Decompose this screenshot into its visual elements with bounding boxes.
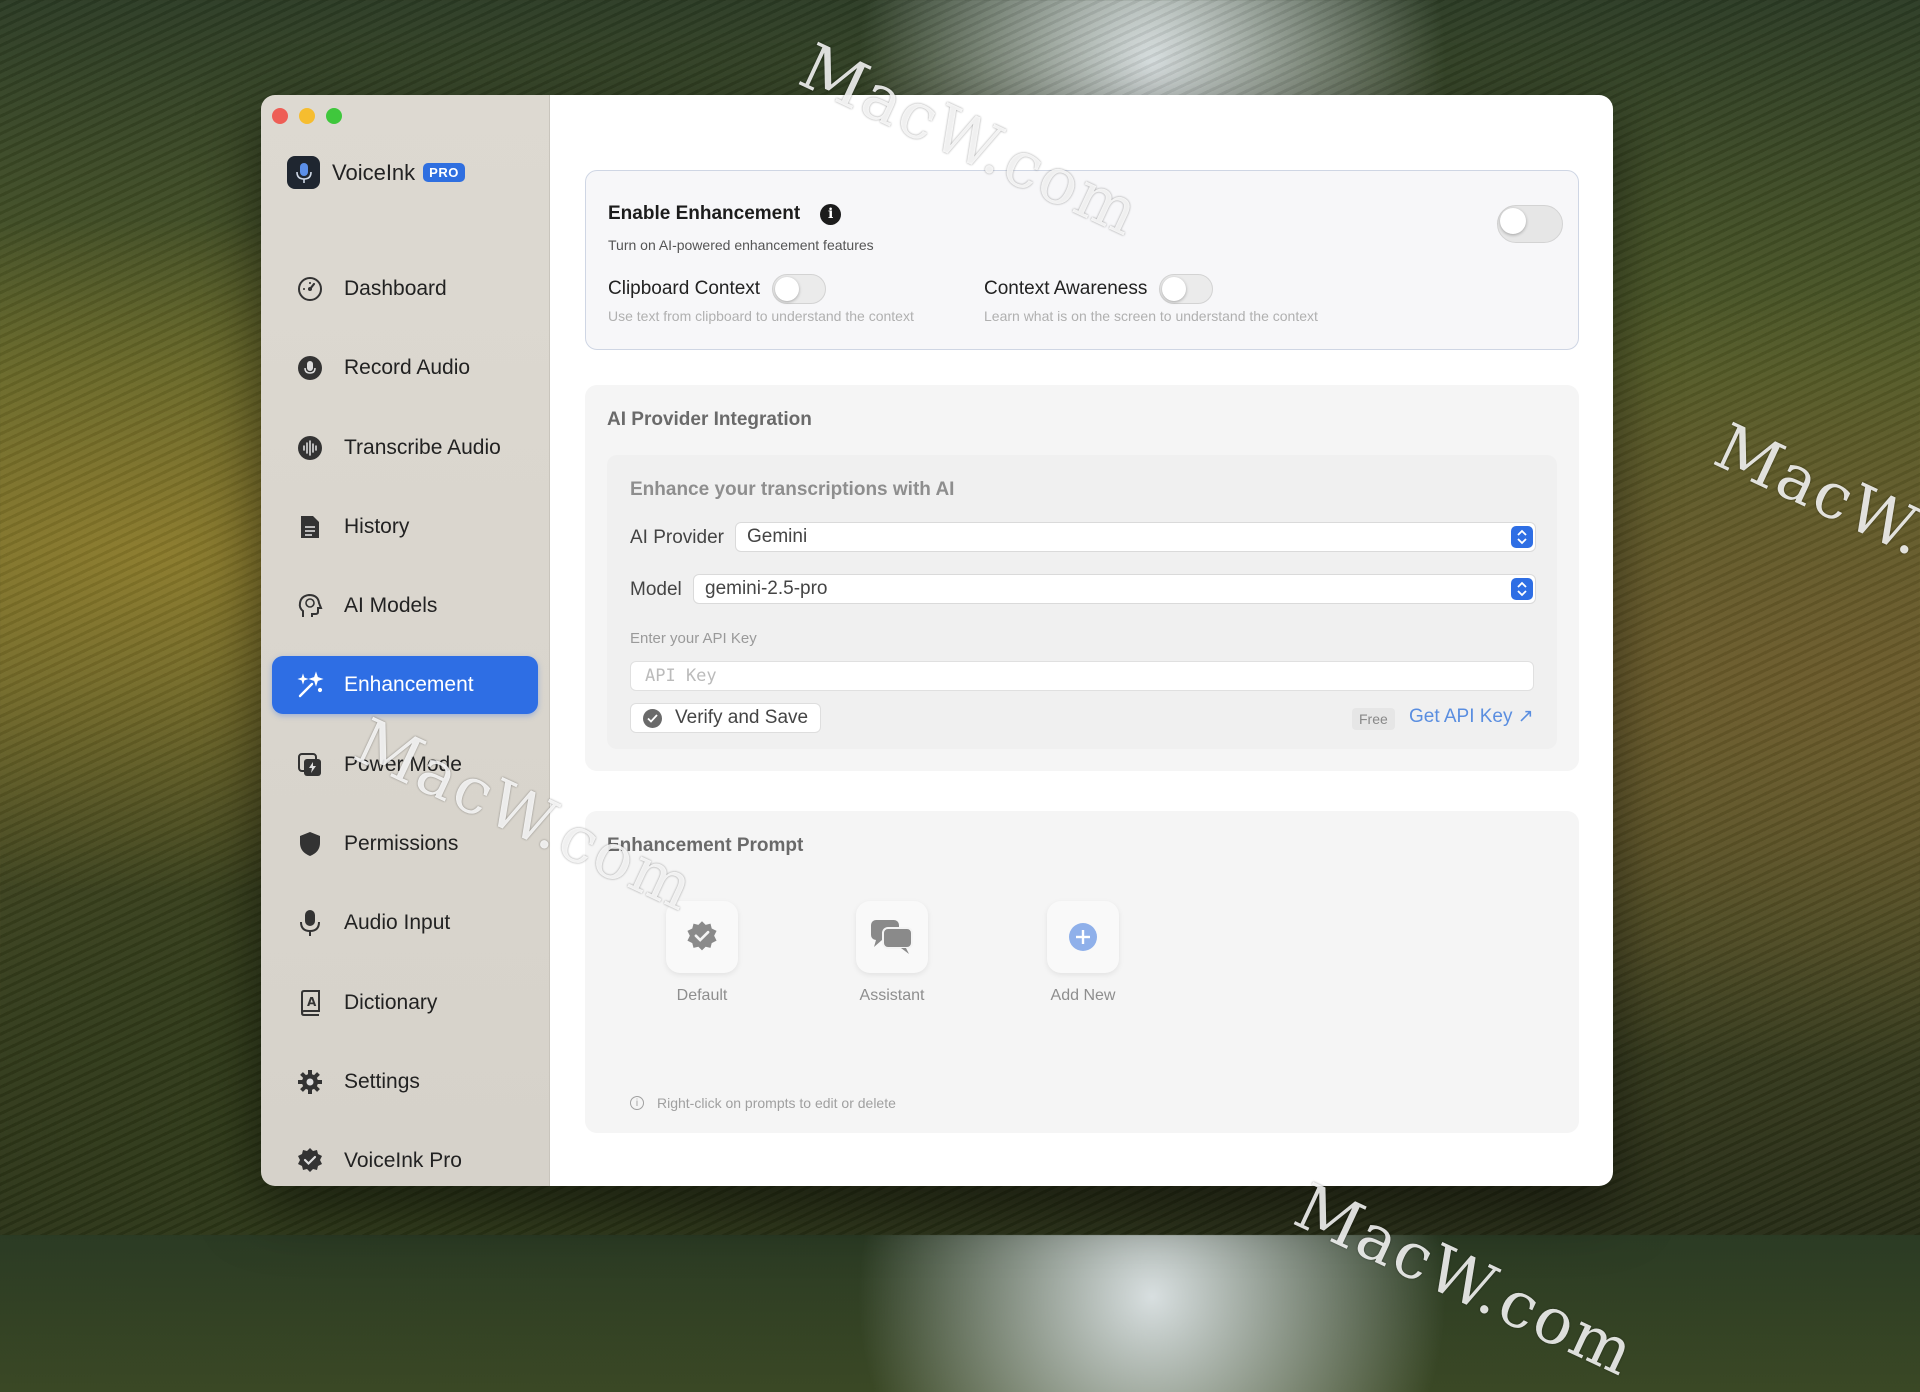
ai-provider-value: Gemini <box>747 526 808 547</box>
ai-provider-section-title: AI Provider Integration <box>607 409 812 430</box>
sidebar-item-label: Enhancement <box>344 673 474 697</box>
sidebar-item-label: Dictionary <box>344 990 438 1014</box>
enhancement-title-row: Enable Enhancement i <box>608 203 842 225</box>
waveform-icon <box>296 434 324 462</box>
brain-head-icon <box>296 592 324 620</box>
sidebar-item-transcribe-audio[interactable]: Transcribe Audio <box>272 419 538 477</box>
get-api-key-link[interactable]: Get API Key ↗ <box>1409 705 1534 728</box>
enhancement-prompt-card: Enhancement Prompt Default Assistant Add… <box>585 811 1579 1133</box>
window-controls <box>272 108 342 124</box>
zoom-window-button[interactable] <box>326 108 342 124</box>
dictionary-book-icon: A <box>296 989 324 1017</box>
sidebar-item-label: Record Audio <box>344 356 471 380</box>
sidebar-item-label: Power Mode <box>344 752 462 776</box>
ai-provider-card: AI Provider Integration Enhance your tra… <box>585 385 1579 771</box>
sidebar-item-settings[interactable]: Settings <box>272 1053 538 1111</box>
sidebar-item-label: AI Models <box>344 594 438 618</box>
sidebar-item-label: Dashboard <box>344 277 447 300</box>
ai-provider-label: AI Provider <box>630 527 724 548</box>
svg-text:A: A <box>307 995 317 1009</box>
plus-circle-icon <box>1047 901 1119 973</box>
sidebar-item-ai-models[interactable]: AI Models <box>272 577 538 635</box>
microphone-icon <box>296 909 324 937</box>
sidebar-item-enhancement[interactable]: Enhancement <box>272 656 538 715</box>
chat-bubbles-icon <box>856 901 928 973</box>
sidebar-item-label: Transcribe Audio <box>344 435 501 459</box>
mic-record-icon <box>296 354 324 382</box>
sidebar-item-dashboard[interactable]: Dashboard <box>272 260 538 318</box>
chevron-updown-icon <box>1511 526 1533 548</box>
enhancement-prompt-title: Enhancement Prompt <box>607 835 804 856</box>
main-content: Enable Enhancement i Turn on AI-powered … <box>550 95 1613 1186</box>
chevron-updown-icon <box>1511 578 1533 600</box>
sidebar-item-permissions[interactable]: Permissions <box>272 815 538 873</box>
app-name: VoiceInk <box>332 159 416 185</box>
sidebar-item-dictionary[interactable]: A Dictionary <box>272 974 538 1032</box>
model-value: gemini-2.5-pro <box>705 578 828 599</box>
close-window-button[interactable] <box>272 108 288 124</box>
app-brand: VoiceInk PRO <box>287 156 465 189</box>
info-circle-icon: i <box>630 1096 644 1110</box>
api-key-label: Enter your API Key <box>630 630 757 647</box>
sidebar-item-label: Permissions <box>344 832 459 856</box>
prompt-label: Add New <box>1050 987 1116 1004</box>
prompt-assistant[interactable]: Assistant <box>832 901 952 1005</box>
context-awareness-description: Learn what is on the screen to understan… <box>984 308 1318 324</box>
pro-badge: PRO <box>423 163 465 182</box>
sidebar-item-record-audio[interactable]: Record Audio <box>272 339 538 397</box>
enable-enhancement-toggle[interactable] <box>1497 205 1563 243</box>
sidebar-item-label: History <box>344 514 410 538</box>
clipboard-context-label: Clipboard Context <box>608 278 761 299</box>
shield-icon <box>296 830 324 858</box>
model-select[interactable]: gemini-2.5-pro <box>693 574 1536 604</box>
context-awareness-row: Context Awareness <box>984 274 1214 304</box>
prompt-default[interactable]: Default <box>642 901 762 1005</box>
context-awareness-toggle[interactable] <box>1159 274 1214 304</box>
sidebar-item-history[interactable]: History <box>272 498 538 556</box>
gauge-icon <box>296 275 324 303</box>
sparkles-wand-icon <box>296 671 324 699</box>
sidebar-item-label: Audio Input <box>344 911 451 935</box>
sidebar-item-voiceink-pro[interactable]: VoiceInk Pro <box>272 1132 538 1186</box>
free-badge: Free <box>1352 708 1395 730</box>
enable-enhancement-card: Enable Enhancement i Turn on AI-powered … <box>585 170 1579 350</box>
verify-and-save-label: Verify and Save <box>675 707 809 728</box>
prompt-add-new[interactable]: Add New <box>1023 901 1143 1005</box>
minimize-window-button[interactable] <box>299 108 315 124</box>
prompt-hint-text: Right-click on prompts to edit or delete <box>657 1095 896 1111</box>
sidebar: VoiceInk PRO Dashboard Record Audio Tran… <box>261 95 550 1186</box>
sidebar-item-label: VoiceInk Pro <box>344 1149 462 1173</box>
sidebar-nav: Dashboard Record Audio Transcribe Audio … <box>272 260 538 1186</box>
ai-provider-inner-panel: Enhance your transcriptions with AI AI P… <box>607 455 1557 749</box>
app-window: VoiceInk PRO Dashboard Record Audio Tran… <box>261 95 1613 1186</box>
enhancement-subtitle: Turn on AI-powered enhancement features <box>608 237 874 253</box>
ai-provider-inner-title: Enhance your transcriptions with AI <box>630 479 955 500</box>
sidebar-item-label: Settings <box>344 1069 420 1093</box>
context-awareness-label: Context Awareness <box>984 278 1148 299</box>
clipboard-context-toggle[interactable] <box>772 274 827 304</box>
checkmark-circle-icon <box>643 708 662 728</box>
ai-provider-select[interactable]: Gemini <box>735 522 1536 552</box>
prompt-label: Default <box>676 987 728 1004</box>
model-label: Model <box>630 579 682 600</box>
power-mode-icon <box>296 751 324 779</box>
gear-icon <box>296 1068 324 1096</box>
enhancement-title: Enable Enhancement <box>608 203 801 224</box>
prompt-hint: i Right-click on prompts to edit or dele… <box>630 1095 896 1111</box>
clipboard-context-description: Use text from clipboard to understand th… <box>608 308 914 324</box>
clipboard-context-row: Clipboard Context <box>608 274 827 304</box>
sidebar-item-audio-input[interactable]: Audio Input <box>272 894 538 952</box>
verified-badge-icon <box>296 1147 324 1175</box>
document-icon <box>296 513 324 541</box>
verified-badge-icon <box>666 901 738 973</box>
app-logo-icon <box>287 156 320 189</box>
api-key-input[interactable]: API Key <box>630 661 1534 691</box>
sidebar-item-power-mode[interactable]: Power Mode <box>272 736 538 794</box>
prompt-label: Assistant <box>859 987 925 1004</box>
verify-and-save-button[interactable]: Verify and Save <box>630 703 822 733</box>
info-icon[interactable]: i <box>820 203 842 225</box>
